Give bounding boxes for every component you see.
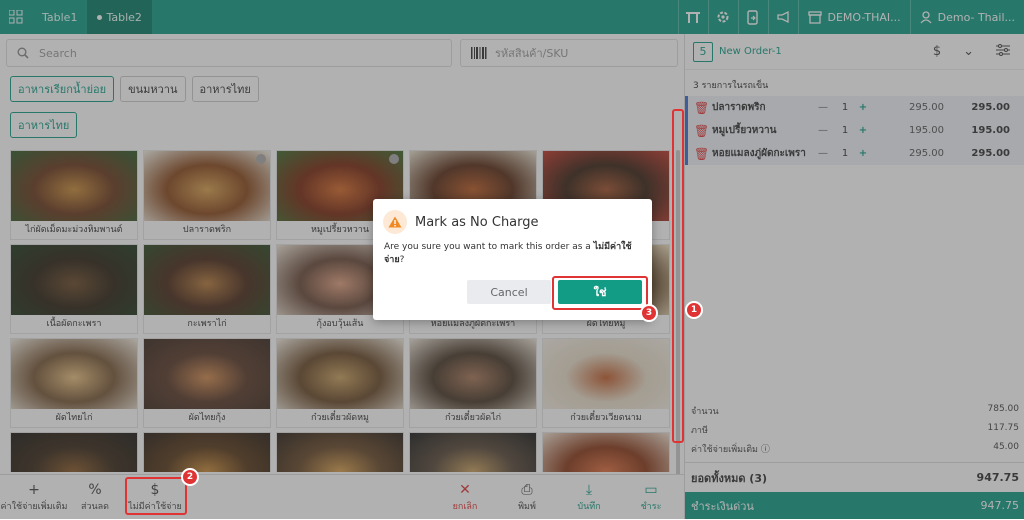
dialog-message-suffix: ? xyxy=(399,255,405,265)
annotation-badge-2: 2 xyxy=(181,468,199,486)
warning-icon xyxy=(383,210,407,234)
dialog-message-prefix: Are you sure you want to mark this order… xyxy=(384,242,594,252)
annotation-badge-1: 1 xyxy=(685,301,703,319)
annotation-badge-3: 3 xyxy=(640,304,658,322)
annotation-box-2 xyxy=(125,477,187,515)
dialog-title: Mark as No Charge xyxy=(415,214,539,230)
annotation-box-1 xyxy=(672,109,684,443)
annotation-box-3 xyxy=(552,276,648,310)
dialog-message: Are you sure you want to mark this order… xyxy=(384,241,644,267)
cancel-button[interactable]: Cancel xyxy=(467,280,551,304)
